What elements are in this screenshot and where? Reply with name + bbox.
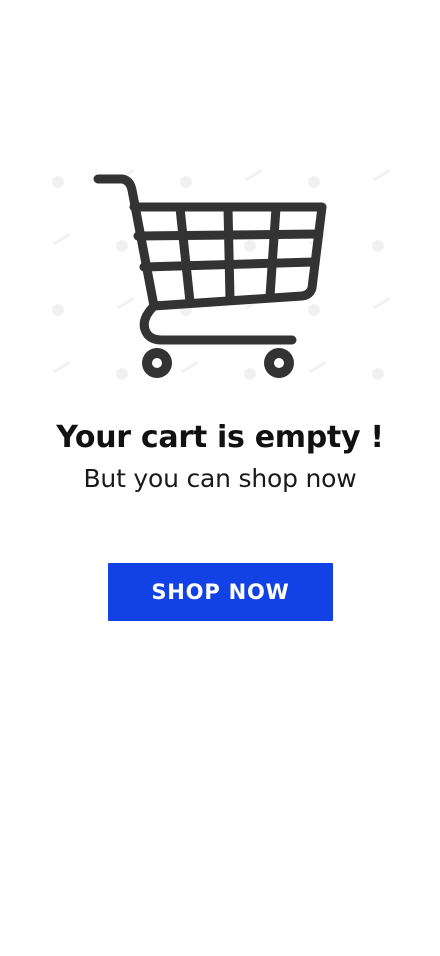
empty-cart-title: Your cart is empty !	[56, 420, 384, 455]
cart-wheels	[142, 348, 294, 378]
shopping-cart-icon	[46, 124, 392, 394]
cart-base	[139, 301, 297, 345]
shop-now-button[interactable]: SHOP NOW	[108, 563, 333, 621]
cart-drawing	[93, 174, 327, 345]
empty-cart-subtitle: But you can shop now	[83, 464, 357, 493]
